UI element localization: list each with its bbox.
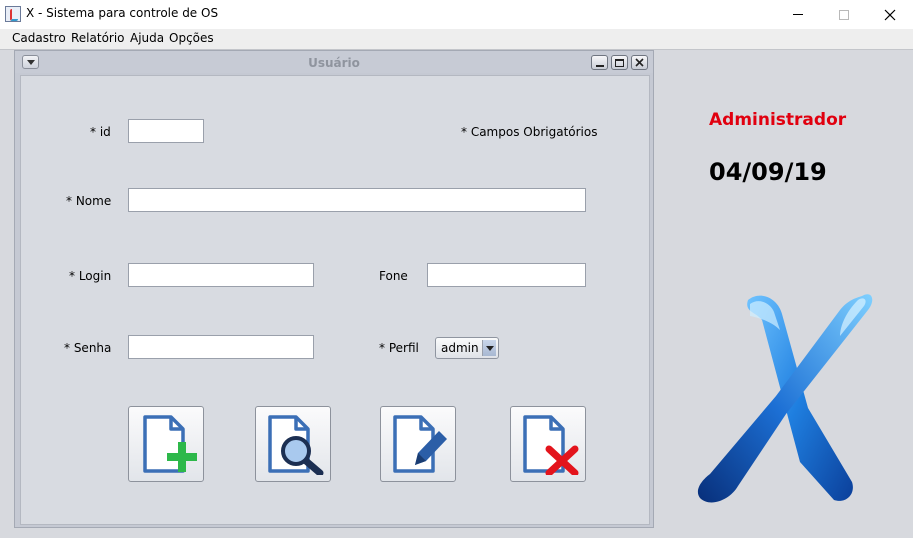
close-button[interactable] (867, 0, 913, 29)
frame-close-button[interactable] (631, 55, 648, 70)
maximize-icon (615, 58, 624, 67)
window-title: X - Sistema para controle de OS (26, 6, 219, 20)
edit-user-button[interactable] (380, 406, 456, 482)
frame-maximize-button[interactable] (611, 55, 628, 70)
frame-title-bar[interactable]: Usuário (15, 51, 653, 73)
window-title-bar: X - Sistema para controle de OS (0, 0, 913, 29)
nome-label: * Nome (66, 194, 112, 208)
login-field[interactable] (128, 263, 314, 287)
menu-opcoes[interactable]: Opções (169, 31, 214, 45)
document-delete-icon (523, 415, 579, 475)
login-label: * Login (69, 269, 112, 283)
menu-bar: Cadastro Relatório Ajuda Opções (0, 29, 913, 49)
delete-user-button[interactable] (510, 406, 586, 482)
x-logo-icon (697, 294, 873, 503)
id-label: * id (90, 125, 111, 139)
add-user-button[interactable] (128, 406, 204, 482)
fone-field[interactable] (427, 263, 586, 287)
perfil-label: * Perfil (379, 341, 419, 355)
close-icon (884, 9, 896, 20)
search-user-button[interactable] (255, 406, 331, 482)
senha-label: * Senha (64, 341, 112, 355)
frame-title: Usuário (308, 56, 360, 70)
required-fields-note: * Campos Obrigatórios (461, 125, 598, 139)
minimize-button[interactable] (775, 0, 821, 29)
chevron-down-icon[interactable] (482, 340, 496, 356)
java-cup-icon (5, 6, 21, 22)
document-add-icon (143, 415, 197, 473)
id-field[interactable] (128, 119, 204, 143)
fone-label: Fone (379, 269, 408, 283)
document-search-icon (268, 415, 324, 475)
menu-cadastro[interactable]: Cadastro (12, 31, 66, 45)
minimize-icon (595, 64, 604, 67)
frame-minimize-button[interactable] (591, 55, 608, 70)
senha-field[interactable] (128, 335, 314, 359)
date-label: 04/09/19 (709, 158, 827, 186)
maximize-icon (839, 9, 849, 20)
menu-ajuda[interactable]: Ajuda (130, 31, 164, 45)
menu-relatorio[interactable]: Relatório (71, 31, 125, 45)
minimize-icon (793, 14, 803, 15)
document-edit-icon (393, 415, 447, 473)
perfil-select[interactable]: admin (435, 337, 499, 359)
user-role-label: Administrador (709, 110, 847, 130)
close-icon (635, 58, 644, 67)
maximize-button[interactable] (821, 0, 867, 29)
nome-field[interactable] (128, 188, 586, 212)
perfil-selected-value: admin (441, 341, 479, 355)
